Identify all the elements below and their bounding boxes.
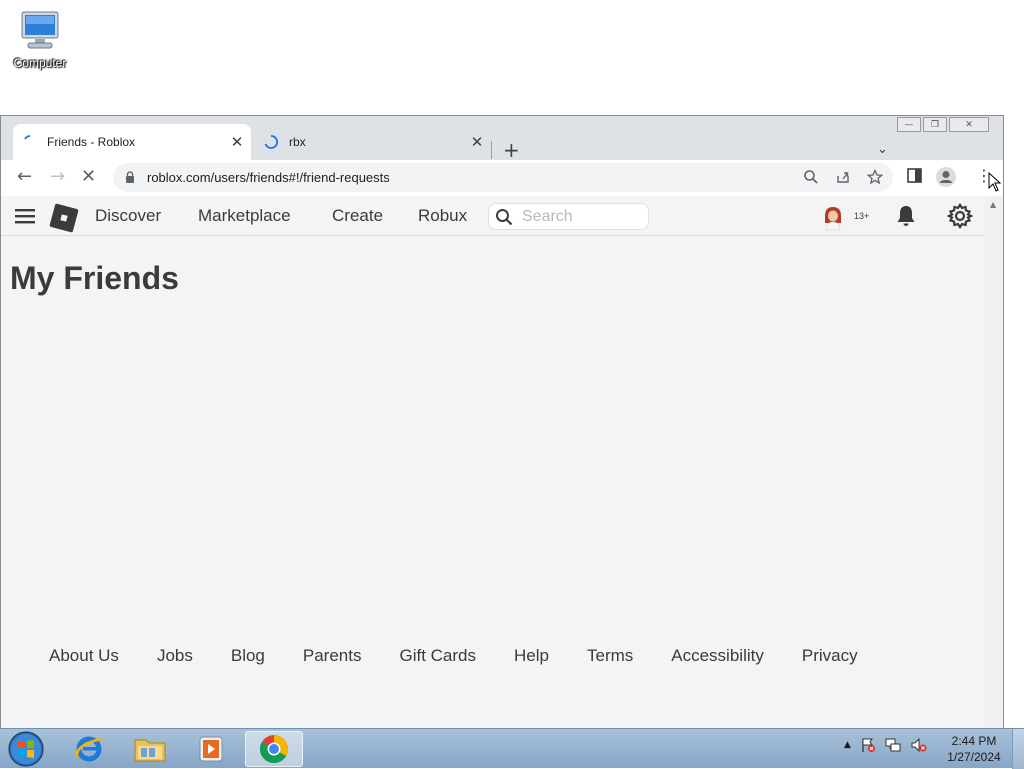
nav-link-discover[interactable]: Discover xyxy=(95,206,161,226)
taskbar-app-media-player[interactable] xyxy=(182,731,240,767)
profile-avatar-icon[interactable] xyxy=(935,166,957,188)
tab-strip: Friends - Roblox ✕ rbx ✕ + ⌄ xyxy=(1,124,1003,160)
footer-link-accessibility[interactable]: Accessibility xyxy=(671,646,764,666)
footer-link-jobs[interactable]: Jobs xyxy=(157,646,193,666)
internet-explorer-icon xyxy=(75,736,102,762)
roblox-page: Discover Marketplace Create Robux Search… xyxy=(1,196,985,728)
footer-link-gift-cards[interactable]: Gift Cards xyxy=(399,646,476,666)
page-scrollbar[interactable]: ▲ xyxy=(985,196,1003,728)
clock-time: 2:44 PM xyxy=(951,734,997,748)
clock-date: 1/27/2024 xyxy=(947,750,1001,764)
footer-link-terms[interactable]: Terms xyxy=(587,646,633,666)
age-badge: 13+ xyxy=(854,211,870,221)
footer-link-blog[interactable]: Blog xyxy=(231,646,265,666)
address-bar[interactable]: roblox.com/users/friends#!/friend-reques… xyxy=(113,163,893,192)
bookmark-star-icon[interactable] xyxy=(867,169,883,185)
computer-icon xyxy=(21,11,59,49)
page-title: My Friends xyxy=(10,260,179,296)
tab-title: rbx xyxy=(289,135,306,149)
settings-gear-icon[interactable] xyxy=(947,203,973,229)
search-input[interactable]: Search xyxy=(488,203,649,230)
desktop-icon-computer[interactable]: Computer xyxy=(8,8,72,78)
taskbar-clock[interactable]: 2:44 PM 1/27/2024 xyxy=(940,733,1008,765)
mouse-cursor-icon xyxy=(988,172,1002,192)
url-text[interactable]: roblox.com/users/friends#!/friend-reques… xyxy=(147,170,390,185)
chevron-down-icon[interactable]: ⌄ xyxy=(877,142,888,157)
tab-friends-roblox[interactable]: Friends - Roblox ✕ xyxy=(13,124,251,160)
taskbar: ▲ 2:44 PM 1/27/2024 xyxy=(0,728,1024,769)
new-tab-button[interactable]: + xyxy=(503,140,520,160)
search-icon xyxy=(496,209,513,226)
tab-close-icon[interactable]: ✕ xyxy=(227,133,247,151)
taskbar-app-internet-explorer[interactable] xyxy=(60,731,118,767)
footer-link-about-us[interactable]: About Us xyxy=(49,646,119,666)
footer-link-help[interactable]: Help xyxy=(514,646,549,666)
nav-link-create[interactable]: Create xyxy=(332,206,383,226)
tab-separator xyxy=(491,141,492,159)
notification-bell-icon[interactable] xyxy=(894,204,918,228)
footer-link-privacy[interactable]: Privacy xyxy=(802,646,858,666)
chrome-icon xyxy=(260,735,288,763)
lock-icon[interactable] xyxy=(125,171,135,184)
taskbar-app-file-explorer[interactable] xyxy=(121,731,179,767)
system-tray: ▲ xyxy=(844,737,928,753)
browser-toolbar: ← → ✕ roblox.com/users/friends#!/friend-… xyxy=(1,160,1003,196)
show-desktop-button[interactable] xyxy=(1012,729,1024,769)
volume-muted-icon[interactable] xyxy=(910,737,928,753)
footer-link-parents[interactable]: Parents xyxy=(303,646,362,666)
loading-spinner-icon xyxy=(264,135,279,149)
roblox-logo-icon[interactable] xyxy=(49,203,79,233)
tab-title: Friends - Roblox xyxy=(47,135,136,149)
browser-window: — ❐ ✕ Friends - Roblox ✕ rbx ✕ + ⌄ ← → ✕ xyxy=(0,115,1004,728)
nav-link-robux[interactable]: Robux xyxy=(418,206,467,226)
tab-rbx[interactable]: rbx ✕ xyxy=(255,124,491,160)
stop-loading-icon[interactable]: ✕ xyxy=(81,168,96,186)
tab-close-icon[interactable]: ✕ xyxy=(467,133,487,151)
show-hidden-icons-arrow-icon[interactable]: ▲ xyxy=(844,740,851,750)
share-icon[interactable] xyxy=(835,169,851,185)
network-icon[interactable] xyxy=(885,737,901,753)
desktop-icon-label: Computer xyxy=(13,56,67,70)
roblox-nav-bar: Discover Marketplace Create Robux Search… xyxy=(1,196,985,236)
avatar[interactable] xyxy=(819,203,847,231)
action-center-flag-icon[interactable] xyxy=(860,737,876,753)
file-explorer-icon xyxy=(134,739,166,762)
side-panel-icon[interactable] xyxy=(907,168,922,183)
scroll-up-arrow-icon[interactable]: ▲ xyxy=(990,200,996,209)
start-button[interactable] xyxy=(6,730,46,768)
hamburger-menu-icon[interactable] xyxy=(15,208,35,224)
footer-links: About Us Jobs Blog Parents Gift Cards He… xyxy=(49,646,896,666)
nav-link-marketplace[interactable]: Marketplace xyxy=(198,206,291,226)
forward-arrow-icon[interactable]: → xyxy=(50,168,65,186)
loading-spinner-icon xyxy=(24,135,31,140)
zoom-search-icon[interactable] xyxy=(803,169,819,185)
media-player-icon xyxy=(199,736,223,762)
back-arrow-icon[interactable]: ← xyxy=(17,168,32,186)
search-placeholder: Search xyxy=(522,208,573,225)
taskbar-app-chrome[interactable] xyxy=(245,731,303,767)
